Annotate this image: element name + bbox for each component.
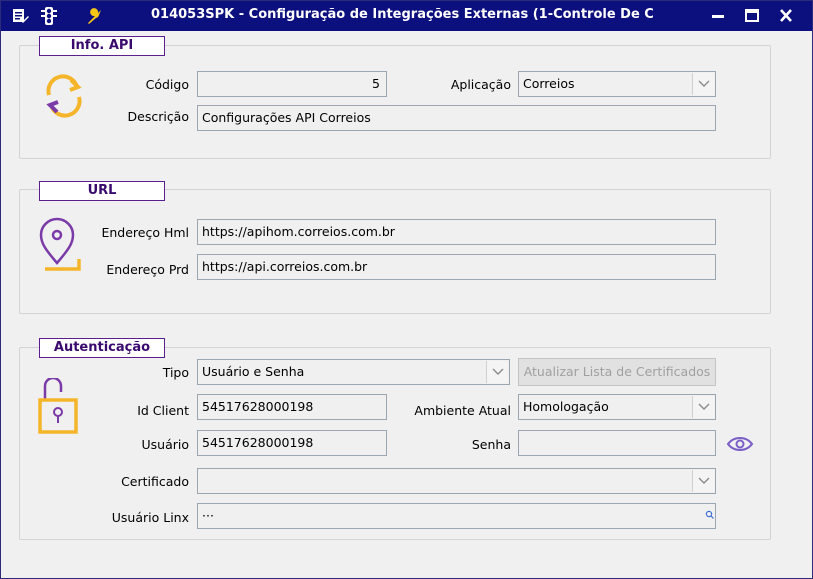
tipo-value: Usuário e Senha	[202, 364, 305, 379]
edit-icon[interactable]	[10, 6, 30, 26]
chevron-down-icon[interactable]	[692, 396, 714, 418]
usuario-linx-label: Usuário Linx	[111, 510, 189, 525]
url-heading: URL	[39, 181, 165, 201]
tipo-label: Tipo	[162, 365, 189, 380]
atualizar-certificados-button[interactable]: Atualizar Lista de Certificados	[518, 358, 716, 386]
ambiente-atual-value: Homologação	[523, 399, 609, 414]
traffic-light-icon[interactable]	[39, 6, 59, 26]
padlock-icon	[37, 376, 81, 437]
map-pin-icon	[37, 217, 85, 278]
chevron-down-icon[interactable]	[692, 73, 714, 95]
endereco-prd-field[interactable]: https://api.correios.com.br	[197, 254, 716, 280]
aplicacao-select[interactable]: Correios	[518, 71, 716, 97]
minimize-icon[interactable]	[707, 5, 729, 27]
codigo-field[interactable]: 5	[197, 71, 387, 97]
chevron-down-icon[interactable]	[692, 470, 714, 492]
ambiente-atual-label: Ambiente Atual	[414, 403, 511, 418]
senha-field[interactable]	[518, 430, 716, 456]
endereco-hml-label: Endereço Hml	[101, 225, 189, 240]
info-api-heading: Info. API	[39, 36, 165, 56]
close-icon[interactable]	[775, 5, 797, 27]
info-api-group	[19, 45, 771, 159]
usuario-label: Usuário	[141, 437, 189, 452]
title-bar[interactable]: 014053SPK - Configuração de Integrações …	[1, 1, 812, 31]
tipo-select[interactable]: Usuário e Senha	[197, 359, 510, 385]
refresh-icon	[39, 71, 89, 124]
descricao-field[interactable]: Configurações API Correios	[197, 105, 716, 131]
id-client-field[interactable]: 54517628000198	[197, 394, 387, 420]
aplicacao-label: Aplicação	[450, 77, 511, 92]
id-client-label: Id Client	[137, 403, 189, 418]
usuario-linx-field[interactable]: ···	[197, 503, 716, 529]
maximize-icon[interactable]	[741, 5, 763, 27]
usuario-field[interactable]: 54517628000198	[197, 430, 387, 456]
form-body: Info. API Código 5 Aplicação Correios De…	[7, 33, 806, 571]
window-title: 014053SPK - Configuração de Integrações …	[151, 7, 654, 22]
aplicacao-value: Correios	[523, 76, 575, 91]
endereco-hml-field[interactable]: https://apihom.correios.com.br	[197, 219, 716, 245]
senha-label: Senha	[471, 437, 511, 452]
certificado-label: Certificado	[121, 474, 189, 489]
descricao-label: Descrição	[127, 109, 190, 124]
wrench-icon[interactable]	[84, 6, 104, 26]
chevron-down-icon[interactable]	[486, 361, 508, 383]
usuario-linx-value: ···	[202, 508, 214, 523]
codigo-label: Código	[145, 77, 189, 92]
certificado-select[interactable]	[197, 468, 716, 494]
autenticacao-heading: Autenticação	[39, 338, 165, 358]
ambiente-atual-select[interactable]: Homologação	[518, 394, 716, 420]
search-icon[interactable]	[705, 504, 714, 527]
eye-icon[interactable]	[726, 435, 754, 456]
window: 014053SPK - Configuração de Integrações …	[0, 0, 813, 579]
endereco-prd-label: Endereço Prd	[106, 262, 189, 277]
url-group	[19, 189, 771, 314]
